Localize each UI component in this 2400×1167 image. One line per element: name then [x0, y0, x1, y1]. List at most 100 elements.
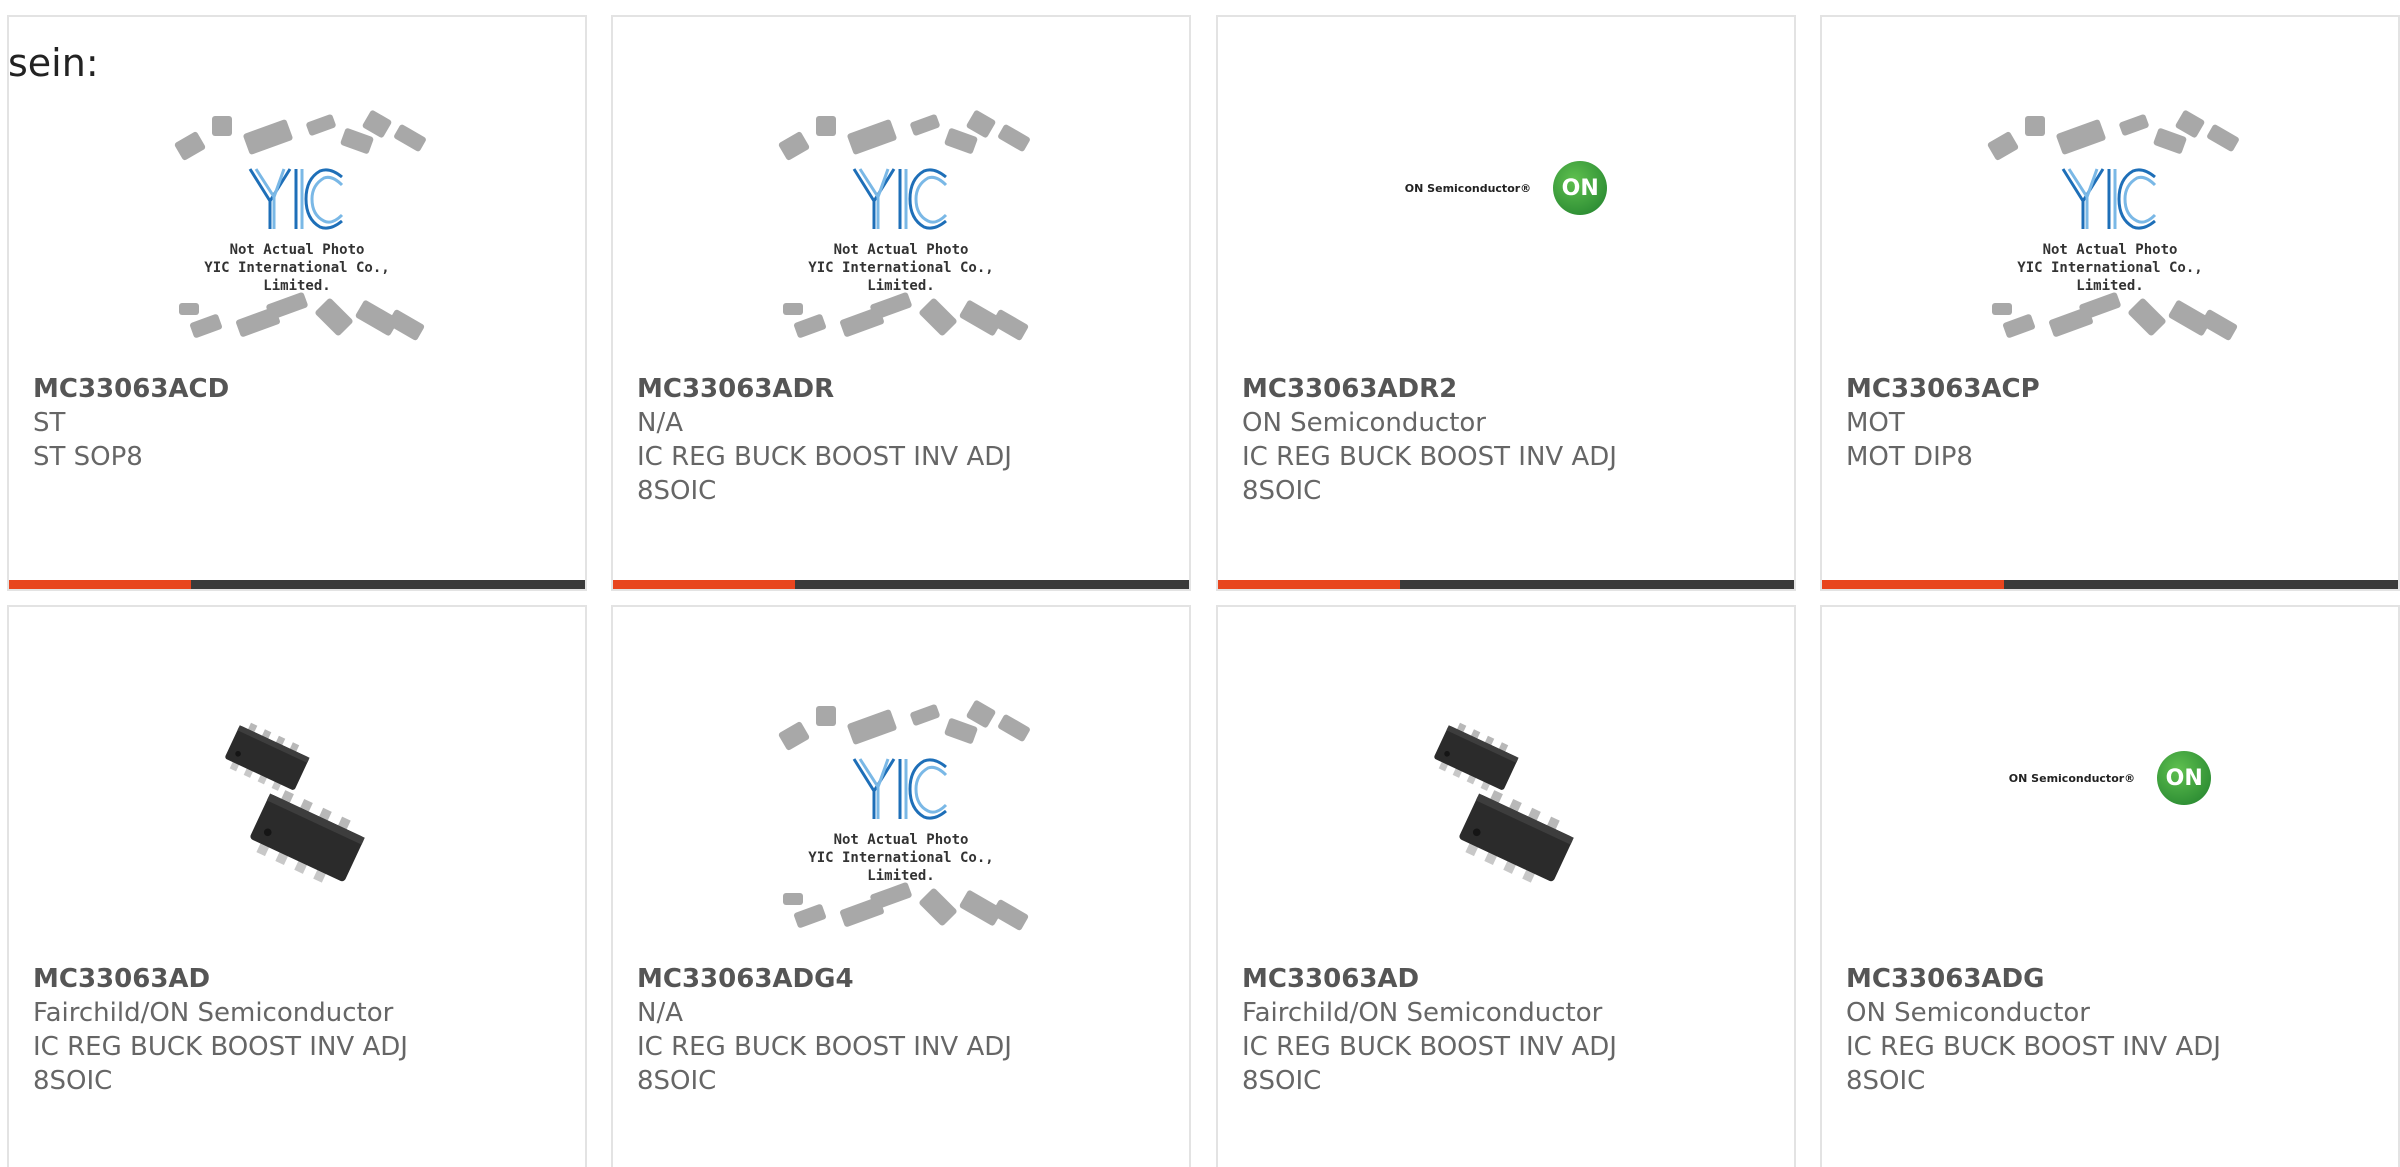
card-bar-accent	[1822, 580, 2004, 589]
on-semiconductor-logo: ON Semiconductor® ON	[1405, 161, 1608, 215]
chip-thumbnail	[918, 887, 958, 927]
chip-thumbnail	[2055, 118, 2107, 156]
intro-text: sein:	[8, 41, 99, 85]
product-card[interactable]: Not Actual Photo YIC International Co., L…	[611, 605, 1191, 1167]
caption-line-1: Not Actual Photo	[833, 832, 969, 848]
chip-thumbnail	[783, 303, 803, 315]
chip-thumbnail	[793, 313, 827, 339]
not-actual-photo-image: Not Actual Photo YIC International Co., L…	[771, 108, 1031, 358]
manufacturer: ON Semiconductor	[1242, 408, 1486, 438]
product-image[interactable]: Not Actual Photo YIC International Co., L…	[1822, 102, 2398, 364]
product-card[interactable]: Not Actual Photo YIC International Co., L…	[7, 15, 587, 591]
chip-thumbnail	[2118, 113, 2150, 137]
manufacturer: N/A	[637, 998, 683, 1028]
chip-thumbnail	[909, 703, 941, 727]
soic-package-photo	[225, 722, 365, 883]
on-badge-icon: ON	[2157, 751, 2212, 805]
chip-thumbnail	[909, 113, 941, 137]
part-number-link[interactable]: MC33063ADG4	[637, 962, 1165, 996]
not-actual-photo-caption: Not Actual Photo YIC International Co., L…	[167, 241, 427, 295]
product-info: MC33063AD Fairchild/ON Semiconductor IC RE…	[33, 962, 561, 1098]
product-card[interactable]: ON Semiconductor® ON MC33063ADR2 ON Semicon…	[1216, 15, 1796, 591]
chip-thumbnail	[846, 708, 898, 746]
product-card[interactable]: Not Actual Photo YIC International Co., L…	[611, 15, 1191, 591]
product-description: IC REG BUCK BOOST INV ADJ 8SOIC	[637, 1032, 1012, 1096]
product-description: MOT DIP8	[1846, 442, 1973, 472]
manufacturer: ST	[33, 408, 66, 438]
product-card[interactable]: Not Actual Photo YIC International Co., L…	[1820, 15, 2400, 591]
product-image[interactable]: ON Semiconductor® ON	[1218, 102, 1794, 364]
chip-thumbnail	[783, 893, 803, 905]
part-number-link[interactable]: MC33063ACP	[1846, 372, 2374, 406]
product-description: IC REG BUCK BOOST INV ADJ 8SOIC	[637, 442, 1012, 506]
product-image[interactable]: Not Actual Photo YIC International Co., L…	[613, 692, 1189, 954]
card-bottom-bar	[1822, 580, 2398, 589]
caption-line-2: YIC International Co., Limited.	[808, 260, 994, 294]
caption-line-2: YIC International Co., Limited.	[808, 850, 994, 884]
chip-thumbnail	[1986, 130, 2020, 162]
on-semiconductor-logo: ON Semiconductor® ON	[2008, 751, 2212, 805]
not-actual-photo-image: Not Actual Photo YIC International Co., L…	[167, 108, 427, 358]
yic-logo-icon	[852, 168, 948, 230]
chip-thumbnail	[265, 291, 309, 321]
product-image[interactable]: Not Actual Photo YIC International Co., L…	[9, 102, 585, 364]
product-image[interactable]: Not Actual Photo YIC International Co., L…	[613, 102, 1189, 364]
part-number-link[interactable]: MC33063ADG	[1846, 962, 2374, 996]
chip-thumbnail	[997, 713, 1031, 743]
product-description: IC REG BUCK BOOST INV ADJ 8SOIC	[33, 1032, 408, 1096]
chip-thumbnail	[386, 308, 426, 342]
part-number-link[interactable]: MC33063ADR2	[1242, 372, 1770, 406]
manufacturer: Fairchild/ON Semiconductor	[33, 998, 394, 1028]
part-number-link[interactable]: MC33063ACD	[33, 372, 561, 406]
product-description: ST SOP8	[33, 442, 143, 472]
manufacturer: ON Semiconductor	[1846, 998, 2090, 1028]
product-info: MC33063AD Fairchild/ON Semiconductor IC RE…	[1242, 962, 1770, 1098]
chip-thumbnail	[2025, 116, 2045, 136]
chip-thumbnail	[242, 118, 294, 156]
part-number-link[interactable]: MC33063ADR	[637, 372, 1165, 406]
product-card[interactable]: ON Semiconductor® ON MC33063ADG ON Semicond…	[1820, 605, 2400, 1167]
on-semiconductor-logo-text: ON Semiconductor®	[2008, 771, 2136, 785]
caption-line-1: Not Actual Photo	[833, 242, 969, 258]
product-info: MC33063ADR N/A IC REG BUCK BOOST INV ADJ 8…	[637, 372, 1165, 508]
chip-thumbnail	[793, 903, 827, 929]
chip-thumbnail	[2002, 313, 2036, 339]
part-number-link[interactable]: MC33063AD	[33, 962, 561, 996]
product-info: MC33063ACP MOT MOT DIP8	[1846, 372, 2374, 474]
not-actual-photo-image: Not Actual Photo YIC International Co., L…	[771, 698, 1031, 948]
product-info: MC33063ADR2 ON Semiconductor IC REG BUCK B…	[1242, 372, 1770, 508]
card-bar-accent	[613, 580, 795, 589]
not-actual-photo-caption: Not Actual Photo YIC International Co., L…	[1980, 241, 2240, 295]
product-image[interactable]	[9, 692, 585, 954]
caption-line-2: YIC International Co., Limited.	[204, 260, 390, 294]
chip-thumbnail	[990, 308, 1030, 342]
caption-line-1: Not Actual Photo	[2042, 242, 2178, 258]
chip-thumbnail	[777, 720, 811, 752]
product-info: MC33063ACD ST ST SOP8	[33, 372, 561, 474]
part-number-link[interactable]: MC33063AD	[1242, 962, 1770, 996]
chip-thumbnail	[305, 113, 337, 137]
chip-thumbnail	[179, 303, 199, 315]
product-image[interactable]: ON Semiconductor® ON	[1822, 692, 2398, 954]
chip-thumbnail	[816, 706, 836, 726]
chip-thumbnail	[846, 118, 898, 156]
not-actual-photo-caption: Not Actual Photo YIC International Co., L…	[771, 241, 1031, 295]
caption-line-2: YIC International Co., Limited.	[2017, 260, 2203, 294]
not-actual-photo-caption: Not Actual Photo YIC International Co., L…	[771, 831, 1031, 885]
product-image[interactable]	[1218, 692, 1794, 954]
chip-thumbnail	[990, 898, 1030, 932]
card-bottom-bar	[9, 580, 585, 589]
product-info: MC33063ADG ON Semiconductor IC REG BUCK BO…	[1846, 962, 2374, 1098]
chip-thumbnail	[2199, 308, 2239, 342]
chip-thumbnail	[2206, 123, 2240, 153]
chip-thumbnail	[1992, 303, 2012, 315]
product-card[interactable]: MC33063AD Fairchild/ON Semiconductor IC RE…	[1216, 605, 1796, 1167]
product-description: IC REG BUCK BOOST INV ADJ 8SOIC	[1846, 1032, 2221, 1096]
product-grid-page: sein: Not Actual Photo YIC International …	[0, 0, 2400, 1167]
product-info: MC33063ADG4 N/A IC REG BUCK BOOST INV ADJ …	[637, 962, 1165, 1098]
chip-thumbnail	[2127, 297, 2167, 337]
manufacturer: Fairchild/ON Semiconductor	[1242, 998, 1603, 1028]
not-actual-photo-image: Not Actual Photo YIC International Co., L…	[1980, 108, 2240, 358]
product-card[interactable]: MC33063AD Fairchild/ON Semiconductor IC RE…	[7, 605, 587, 1167]
yic-logo-icon	[248, 168, 344, 230]
